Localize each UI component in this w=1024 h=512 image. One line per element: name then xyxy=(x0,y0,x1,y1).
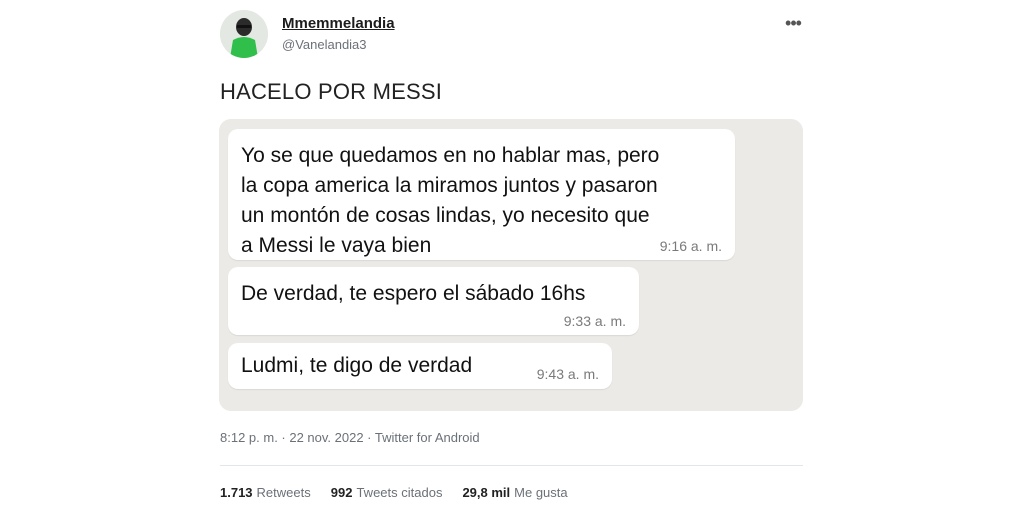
quotes-count: 992 xyxy=(330,485,353,500)
quotes-label: Tweets citados xyxy=(356,485,443,500)
avatar-image xyxy=(220,10,268,58)
likes-count: 29,8 mil xyxy=(462,485,511,500)
likes-stat[interactable]: 29,8 mil Me gusta xyxy=(462,485,567,500)
message-time: 9:16 a. m. xyxy=(659,238,722,254)
quotes-stat[interactable]: 992 Tweets citados xyxy=(331,485,443,500)
more-icon[interactable]: ••• xyxy=(782,12,804,34)
retweets-stat[interactable]: 1.713 Retweets xyxy=(220,485,311,500)
retweets-count: 1.713 xyxy=(220,485,253,500)
display-name[interactable]: Mmemmelandia xyxy=(282,15,395,32)
avatar[interactable] xyxy=(220,10,268,58)
message-time: 9:43 a. m. xyxy=(536,366,599,382)
message-bubble: Yo se que quedamos en no hablar mas, per… xyxy=(228,129,735,260)
retweets-label: Retweets xyxy=(256,485,311,500)
user-handle[interactable]: @Vanelandia3 xyxy=(282,37,367,52)
message-text: De verdad, te espero el sábado 16hs xyxy=(241,282,586,305)
message-text: Ludmi, te digo de verdad xyxy=(241,354,473,377)
tweet-timestamp[interactable]: 8:12 p. m. · 22 nov. 2022 · Twitter for … xyxy=(220,430,480,445)
tweet: Mmemmelandia @Vanelandia3 ••• HACELO POR… xyxy=(0,0,1024,512)
message-text: Yo se que quedamos en no hablar mas, per… xyxy=(241,144,660,257)
message-bubble: De verdad, te espero el sábado 16hs 9:33… xyxy=(228,267,639,335)
tweet-text: HACELO POR MESSI xyxy=(220,79,443,104)
message-time: 9:33 a. m. xyxy=(563,313,626,329)
chat-screenshot-image[interactable]: Yo se que quedamos en no hablar mas, per… xyxy=(219,119,803,411)
divider xyxy=(220,465,803,466)
message-bubble: Ludmi, te digo de verdad 9:43 a. m. xyxy=(228,343,612,389)
engagement-stats: 1.713 Retweets 992 Tweets citados 29,8 mil… xyxy=(220,485,568,500)
likes-label: Me gusta xyxy=(514,485,568,500)
